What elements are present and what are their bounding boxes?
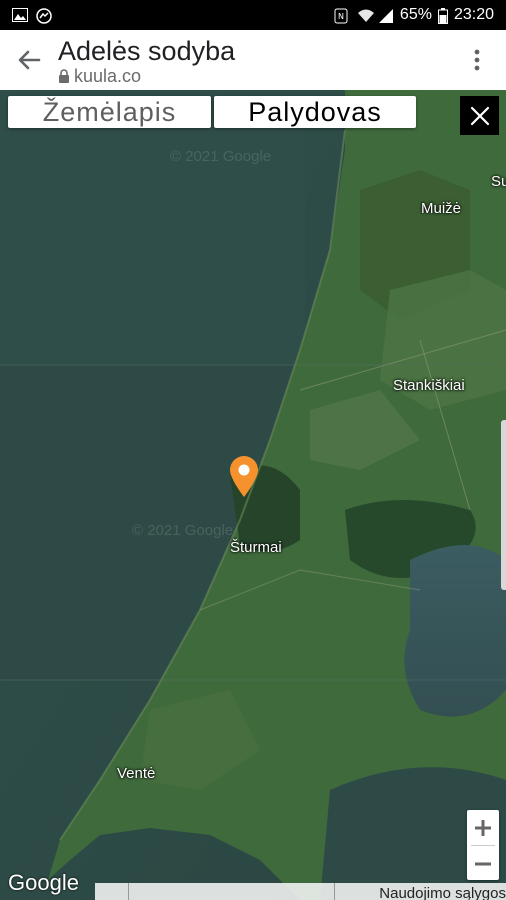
lock-icon (59, 69, 69, 83)
messenger-icon (36, 8, 52, 24)
app-bar: Adelės sodyba kuula.co (0, 30, 506, 90)
url-row[interactable]: kuula.co (58, 67, 448, 85)
close-icon (470, 106, 489, 125)
minus-icon (475, 862, 491, 865)
zoom-control (467, 810, 499, 880)
map-footer: Naudojimo sąlygos (95, 883, 506, 900)
place-label-vente: Ventė (117, 765, 156, 782)
terms-link[interactable]: Naudojimo sąlygos (373, 885, 506, 900)
place-label-sturmai: Šturmai (230, 539, 282, 556)
svg-text:N: N (338, 12, 344, 21)
satellite-map[interactable]: © 2021 Google © 2021 Google Muižė Su Sta… (0, 90, 506, 900)
page-url: kuula.co (74, 67, 142, 85)
signal-icon (378, 8, 394, 23)
map-type-map-button[interactable]: Žemėlapis (8, 96, 211, 128)
clock: 23:20 (453, 6, 494, 23)
battery-percent: 65% (399, 6, 432, 23)
battery-icon (437, 8, 448, 24)
google-logo: Google (8, 870, 79, 895)
place-label-su: Su (491, 173, 506, 190)
back-button[interactable] (0, 30, 58, 90)
footer-spacer (129, 883, 335, 900)
nfc-icon: N (334, 8, 350, 24)
back-arrow-icon (18, 50, 41, 70)
plus-icon (475, 819, 491, 836)
more-vert-icon (474, 49, 480, 71)
watermark: © 2021 Google (170, 148, 272, 165)
watermark: © 2021 Google (132, 522, 234, 539)
place-label-muize: Muižė (421, 200, 462, 217)
footer-spacer (95, 883, 129, 900)
more-options-button[interactable] (448, 30, 506, 90)
scroll-handle[interactable] (501, 420, 506, 590)
wifi-icon (356, 8, 374, 22)
status-bar: N 65% 23:20 (0, 0, 506, 30)
image-icon (12, 8, 28, 22)
page-title: Adelės sodyba (58, 36, 236, 66)
close-map-button[interactable] (460, 96, 499, 135)
map-type-satellite-button[interactable]: Palydovas (214, 96, 416, 128)
zoom-out-button[interactable] (467, 846, 499, 881)
zoom-in-button[interactable] (467, 810, 499, 845)
place-label-stankiskiai: Stankiškiai (393, 377, 465, 394)
map-pin-icon[interactable] (228, 454, 260, 498)
